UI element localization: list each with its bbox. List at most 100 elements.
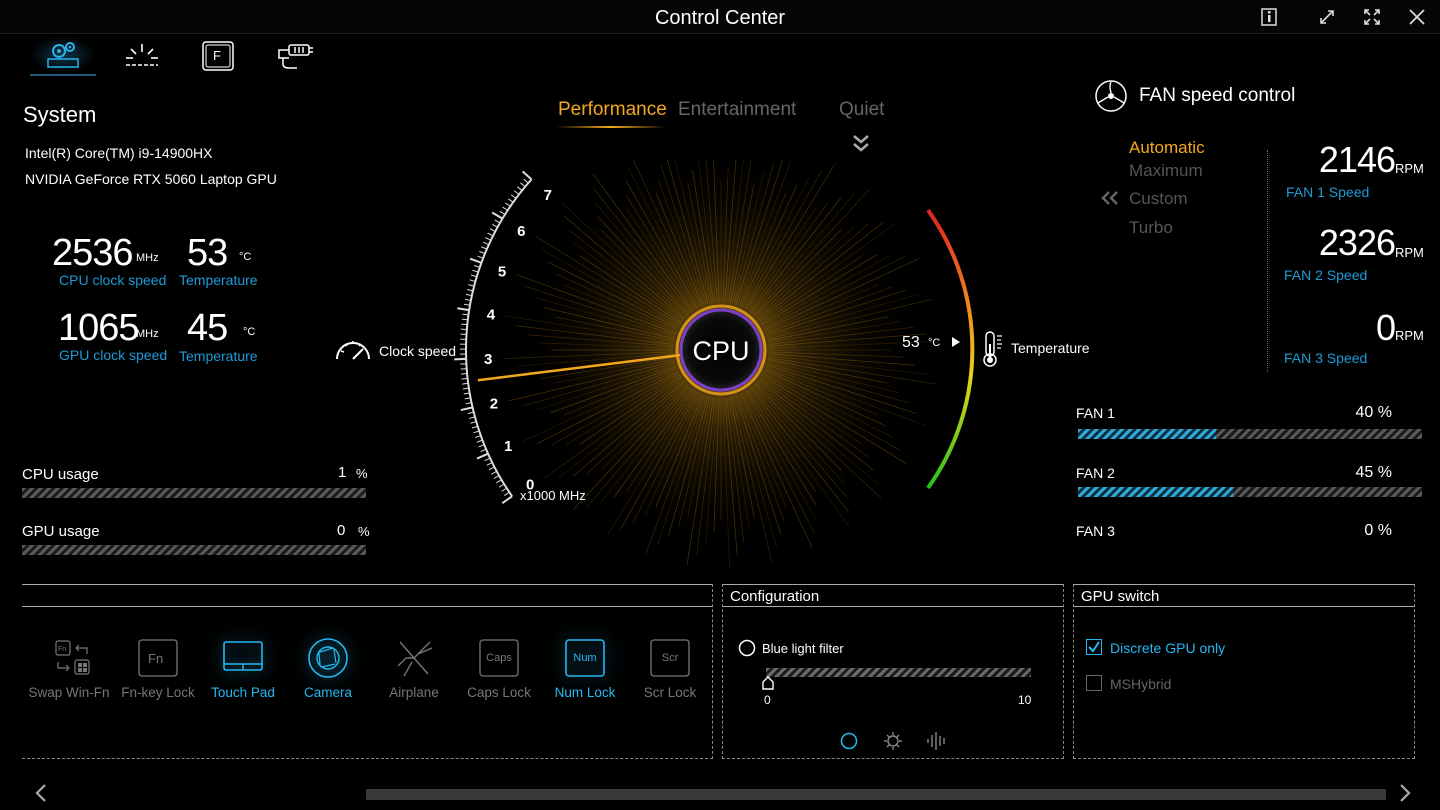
- mode-active-indicator: [556, 126, 666, 128]
- gpu-usage-bar: [22, 545, 366, 555]
- nav-system-settings[interactable]: [30, 36, 96, 76]
- fan-control-title: FAN speed control: [1139, 85, 1296, 106]
- cpu-temp-caption: Temperature: [179, 272, 258, 288]
- cpu-usage-label: CPU usage: [22, 466, 99, 483]
- info-button[interactable]: [1256, 5, 1282, 29]
- clock-scale-tick: [491, 470, 497, 475]
- caps-lock-icon: Caps: [479, 639, 519, 677]
- svg-text:Scr: Scr: [662, 652, 679, 664]
- slider-thumb[interactable]: [762, 676, 774, 690]
- gpu-usage-label: GPU usage: [22, 523, 100, 540]
- gpu-switch-title: GPU switch: [1081, 588, 1160, 605]
- clock-scale-tick: [474, 435, 481, 439]
- fan-mode-turbo[interactable]: Turbo: [1129, 218, 1173, 238]
- expand-icon: [1364, 9, 1380, 25]
- gauge-center-label: CPU: [692, 336, 749, 366]
- fan-mode-custom[interactable]: Custom: [1129, 189, 1188, 209]
- clock-scale-tick: [468, 416, 476, 419]
- chevron-down-icon[interactable]: [851, 133, 871, 153]
- hotkey-caps-lock[interactable]: Caps Caps Lock: [456, 636, 542, 700]
- fan-mode-maximum[interactable]: Maximum: [1129, 161, 1203, 181]
- restore-button[interactable]: [1314, 5, 1340, 29]
- clock-scale-tick: [486, 462, 493, 466]
- clock-scale-label: 3: [484, 351, 492, 368]
- svg-text:F: F: [213, 48, 221, 63]
- hotkey-airplane[interactable]: Airplane: [371, 636, 457, 700]
- cpu-temp-value: 53: [187, 232, 228, 274]
- mshybrid-label[interactable]: MSHybrid: [1110, 676, 1171, 692]
- clock-scale-tick: [513, 190, 520, 195]
- blue-light-slider[interactable]: [766, 668, 1031, 677]
- svg-text:Fn: Fn: [58, 646, 66, 653]
- clock-scale-tick: [476, 439, 483, 443]
- fan1-label: FAN 1: [1076, 405, 1115, 421]
- clock-scale-tick: [487, 232, 494, 237]
- gpu-usage-value: 0: [337, 522, 346, 539]
- fan1-bar-fill: [1078, 429, 1216, 439]
- clock-scale-tick: [479, 250, 486, 255]
- mode-performance[interactable]: Performance: [558, 99, 667, 121]
- clock-scale-tick: [461, 377, 468, 380]
- temperature-label: Temperature: [1011, 340, 1090, 356]
- hotkey-swap-win-fn[interactable]: Fn Swap Win-Fn: [28, 636, 116, 700]
- clock-scale-tick: [465, 402, 472, 405]
- speedometer-icon: [336, 341, 370, 360]
- horizontal-scrollbar[interactable]: [366, 789, 1386, 800]
- nav-function-keys[interactable]: F: [185, 36, 251, 76]
- scroll-lock-icon: Scr: [650, 639, 690, 677]
- brightness-icon[interactable]: [883, 731, 903, 751]
- nav-lighting[interactable]: [109, 36, 175, 76]
- title-divider: [0, 33, 1440, 34]
- fan-icon: [1095, 80, 1127, 112]
- usb-plug-icon: [278, 44, 313, 69]
- scroll-right-icon[interactable]: [1397, 783, 1413, 803]
- clock-scale-tick: [461, 323, 468, 326]
- discrete-gpu-label[interactable]: Discrete GPU only: [1110, 640, 1225, 656]
- clock-scale-tick: [477, 255, 484, 259]
- close-button[interactable]: [1404, 5, 1430, 29]
- fan2-bar: [1078, 487, 1422, 497]
- nav-connectivity[interactable]: [262, 36, 328, 76]
- clock-scale-tick: [492, 223, 498, 228]
- cpu-usage-unit: %: [356, 466, 368, 481]
- hotkey-touchpad[interactable]: Touch Pad: [200, 636, 286, 700]
- scroll-left-icon[interactable]: [33, 783, 49, 803]
- audio-wave-icon[interactable]: [926, 731, 948, 751]
- fan-divider: [1267, 150, 1268, 372]
- night-mode-icon[interactable]: [840, 732, 858, 750]
- gpu-temp-unit: °C: [243, 326, 256, 338]
- clock-scale-tick: [473, 430, 480, 434]
- clock-scale-tick: [484, 457, 491, 462]
- fan1-caption: FAN 1 Speed: [1286, 184, 1370, 200]
- clock-speed-label: Clock speed: [379, 343, 457, 359]
- hotkey-camera[interactable]: Camera: [285, 636, 371, 700]
- clock-scale-tick: [466, 289, 474, 292]
- hotkey-num-lock[interactable]: Num Num Lock: [542, 636, 628, 700]
- mode-quiet[interactable]: Quiet: [839, 99, 884, 121]
- mode-entertainment[interactable]: Entertainment: [678, 99, 796, 121]
- double-chevron-left-icon[interactable]: [1100, 190, 1120, 206]
- fan2-bar-fill: [1078, 487, 1233, 497]
- fan-mode-automatic[interactable]: Automatic: [1129, 138, 1205, 158]
- f-key-icon: F: [202, 41, 234, 71]
- cpu-clock-caption: CPU clock speed: [59, 272, 167, 288]
- close-icon: [1409, 9, 1425, 25]
- clock-scale-tick: [504, 491, 510, 496]
- gauge-temp-value: 53: [902, 334, 920, 351]
- hotkey-fn-lock[interactable]: Fn Fn-key Lock: [115, 636, 201, 700]
- cpu-gauge: 01234567 CPU: [454, 160, 975, 568]
- clock-scale-tick: [470, 274, 477, 278]
- clock-scale-tick: [498, 483, 505, 488]
- discrete-gpu-checkbox[interactable]: [1086, 639, 1102, 655]
- mshybrid-checkbox[interactable]: [1086, 675, 1102, 691]
- clock-scale-tick: [461, 373, 468, 375]
- swap-win-fn-icon: Fn: [55, 640, 90, 675]
- system-title: System: [23, 102, 97, 127]
- cpu-usage-bar: [22, 488, 366, 498]
- cpu-usage-value: 1: [338, 464, 347, 481]
- maximize-button[interactable]: [1359, 5, 1385, 29]
- clock-scale-tick: [501, 495, 513, 504]
- hotkey-scroll-lock[interactable]: Scr Scr Lock: [627, 636, 713, 700]
- clock-scale-tick: [521, 170, 533, 181]
- clock-scale-tick: [468, 284, 475, 287]
